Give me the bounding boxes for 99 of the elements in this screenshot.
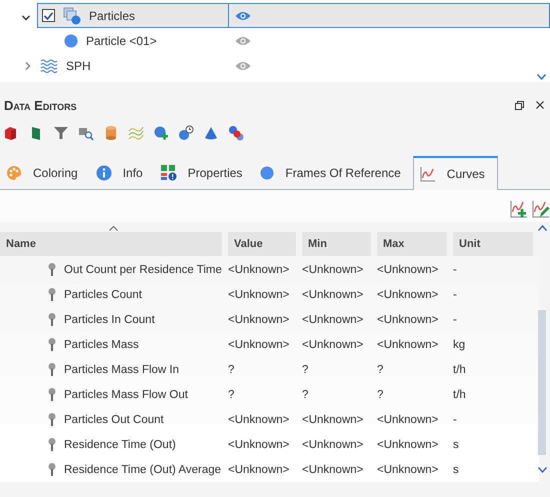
tab[interactable]: Properties bbox=[154, 156, 254, 189]
table-cell: s bbox=[453, 438, 459, 450]
table-cell: <Unknown> bbox=[302, 288, 364, 300]
table-cell: <Unknown> bbox=[377, 338, 438, 350]
table-cell: <Unknown> bbox=[228, 464, 290, 476]
table-cell: Particles Count bbox=[64, 288, 142, 300]
pin-icon bbox=[48, 288, 56, 301]
box-search-icon[interactable] bbox=[78, 125, 94, 141]
table-cell: - bbox=[453, 414, 457, 426]
table-cell: <Unknown> bbox=[302, 438, 364, 450]
scroll-thumb[interactable] bbox=[538, 310, 546, 455]
table-cell: <Unknown> bbox=[377, 438, 438, 450]
table-cell: <Unknown> bbox=[302, 464, 364, 476]
table-cell: <Unknown> bbox=[228, 414, 290, 426]
circle-icon bbox=[64, 34, 78, 48]
particles-icon bbox=[63, 6, 81, 24]
close-icon[interactable] bbox=[536, 101, 544, 109]
expand-chevron-icon[interactable] bbox=[24, 62, 32, 70]
table-cell: Residence Time (Out) Average bbox=[64, 464, 222, 476]
spheres-icon[interactable] bbox=[228, 125, 244, 141]
table-cell: - bbox=[453, 264, 457, 276]
table-cell: <Unknown> bbox=[228, 338, 290, 350]
table-cell: Particles Mass bbox=[64, 338, 139, 350]
panel-title: Data Editors bbox=[4, 98, 77, 112]
tree-label[interactable]: SPH bbox=[66, 58, 91, 72]
table-cell: Particles Mass Flow In bbox=[64, 364, 180, 376]
table-cell: <Unknown> bbox=[302, 338, 364, 350]
table-cell: Out Count per Residence Time bbox=[64, 264, 222, 276]
tab[interactable]: Info bbox=[90, 156, 155, 189]
restore-icon[interactable] bbox=[515, 100, 524, 110]
table-cell: ? bbox=[302, 364, 308, 376]
palette-icon bbox=[6, 164, 22, 180]
table-cell: ? bbox=[377, 388, 384, 400]
waves-icon bbox=[40, 58, 58, 72]
pin-icon bbox=[48, 413, 56, 426]
collapse-chevron-icon[interactable] bbox=[22, 14, 30, 22]
info-icon bbox=[96, 164, 112, 180]
properties-icon bbox=[160, 164, 177, 180]
tab[interactable]: Curves bbox=[412, 156, 498, 190]
column-header[interactable]: Name bbox=[0, 232, 222, 256]
scroll-up-icon[interactable] bbox=[538, 225, 547, 231]
table-cell: <Unknown> bbox=[228, 438, 290, 450]
pin-icon bbox=[48, 363, 56, 376]
table-cell: <Unknown> bbox=[302, 314, 364, 326]
scroll-down-icon[interactable] bbox=[537, 74, 546, 80]
eye-icon[interactable] bbox=[235, 36, 251, 46]
column-header[interactable]: Min bbox=[302, 232, 371, 256]
table-cell: Residence Time (Out) bbox=[64, 438, 176, 450]
table-cell: <Unknown> bbox=[302, 414, 364, 426]
table-cell: <Unknown> bbox=[228, 288, 290, 300]
table-cell: <Unknown> bbox=[228, 314, 290, 326]
table-cell: kg bbox=[453, 338, 466, 350]
add-curve-icon[interactable] bbox=[510, 200, 528, 218]
checkbox[interactable] bbox=[42, 9, 55, 22]
table-cell: s bbox=[453, 464, 459, 476]
tab[interactable]: Coloring bbox=[0, 156, 90, 189]
pin-icon bbox=[48, 338, 56, 351]
curve-chart-icon bbox=[420, 166, 436, 182]
table-cell: Particles Mass Flow Out bbox=[64, 388, 188, 400]
edit-curve-icon[interactable] bbox=[532, 200, 550, 218]
column-header[interactable]: Max bbox=[377, 232, 447, 256]
pin-icon bbox=[48, 438, 56, 451]
tree-label[interactable]: Particle <01> bbox=[86, 34, 157, 48]
table-cell: <Unknown> bbox=[377, 464, 438, 476]
table-cell: ? bbox=[228, 388, 234, 400]
table-cell: <Unknown> bbox=[377, 288, 438, 300]
cube-icon[interactable] bbox=[3, 125, 19, 141]
circle-icon bbox=[260, 166, 274, 180]
cylinder-icon[interactable] bbox=[103, 125, 119, 141]
table-cell: <Unknown> bbox=[377, 414, 438, 426]
column-header[interactable]: Unit bbox=[453, 232, 533, 256]
sort-caret-icon[interactable] bbox=[109, 226, 118, 231]
table-cell: ? bbox=[302, 388, 308, 400]
table-cell: <Unknown> bbox=[302, 264, 364, 276]
table-cell: <Unknown> bbox=[377, 314, 438, 326]
pin-icon bbox=[48, 263, 56, 276]
table-cell: <Unknown> bbox=[377, 264, 438, 276]
eye-icon[interactable] bbox=[235, 60, 251, 70]
circle-plus-icon[interactable] bbox=[153, 125, 169, 141]
table-cell: <Unknown> bbox=[228, 264, 290, 276]
pin-icon bbox=[48, 388, 56, 401]
clock-circle-icon[interactable] bbox=[178, 125, 194, 141]
table-cell: - bbox=[453, 288, 457, 300]
table-cell: ? bbox=[377, 364, 384, 376]
eye-icon[interactable] bbox=[235, 10, 251, 20]
funnel-icon[interactable] bbox=[53, 125, 69, 141]
pin-icon bbox=[48, 313, 56, 326]
scroll-down-icon[interactable] bbox=[538, 467, 547, 473]
table-cell: Particles In Count bbox=[64, 314, 155, 326]
table-cell: t/h bbox=[453, 388, 466, 400]
table-cell: t/h bbox=[453, 364, 466, 376]
cone-icon[interactable] bbox=[203, 125, 219, 141]
tab[interactable]: Frames Of Reference bbox=[254, 156, 413, 189]
table-cell: - bbox=[453, 314, 457, 326]
table-cell: ? bbox=[228, 364, 234, 376]
tree-label[interactable]: Particles bbox=[89, 8, 136, 22]
pin-icon bbox=[48, 463, 56, 476]
table-cell: Particles Out Count bbox=[64, 414, 164, 426]
column-header[interactable]: Value bbox=[228, 232, 296, 256]
